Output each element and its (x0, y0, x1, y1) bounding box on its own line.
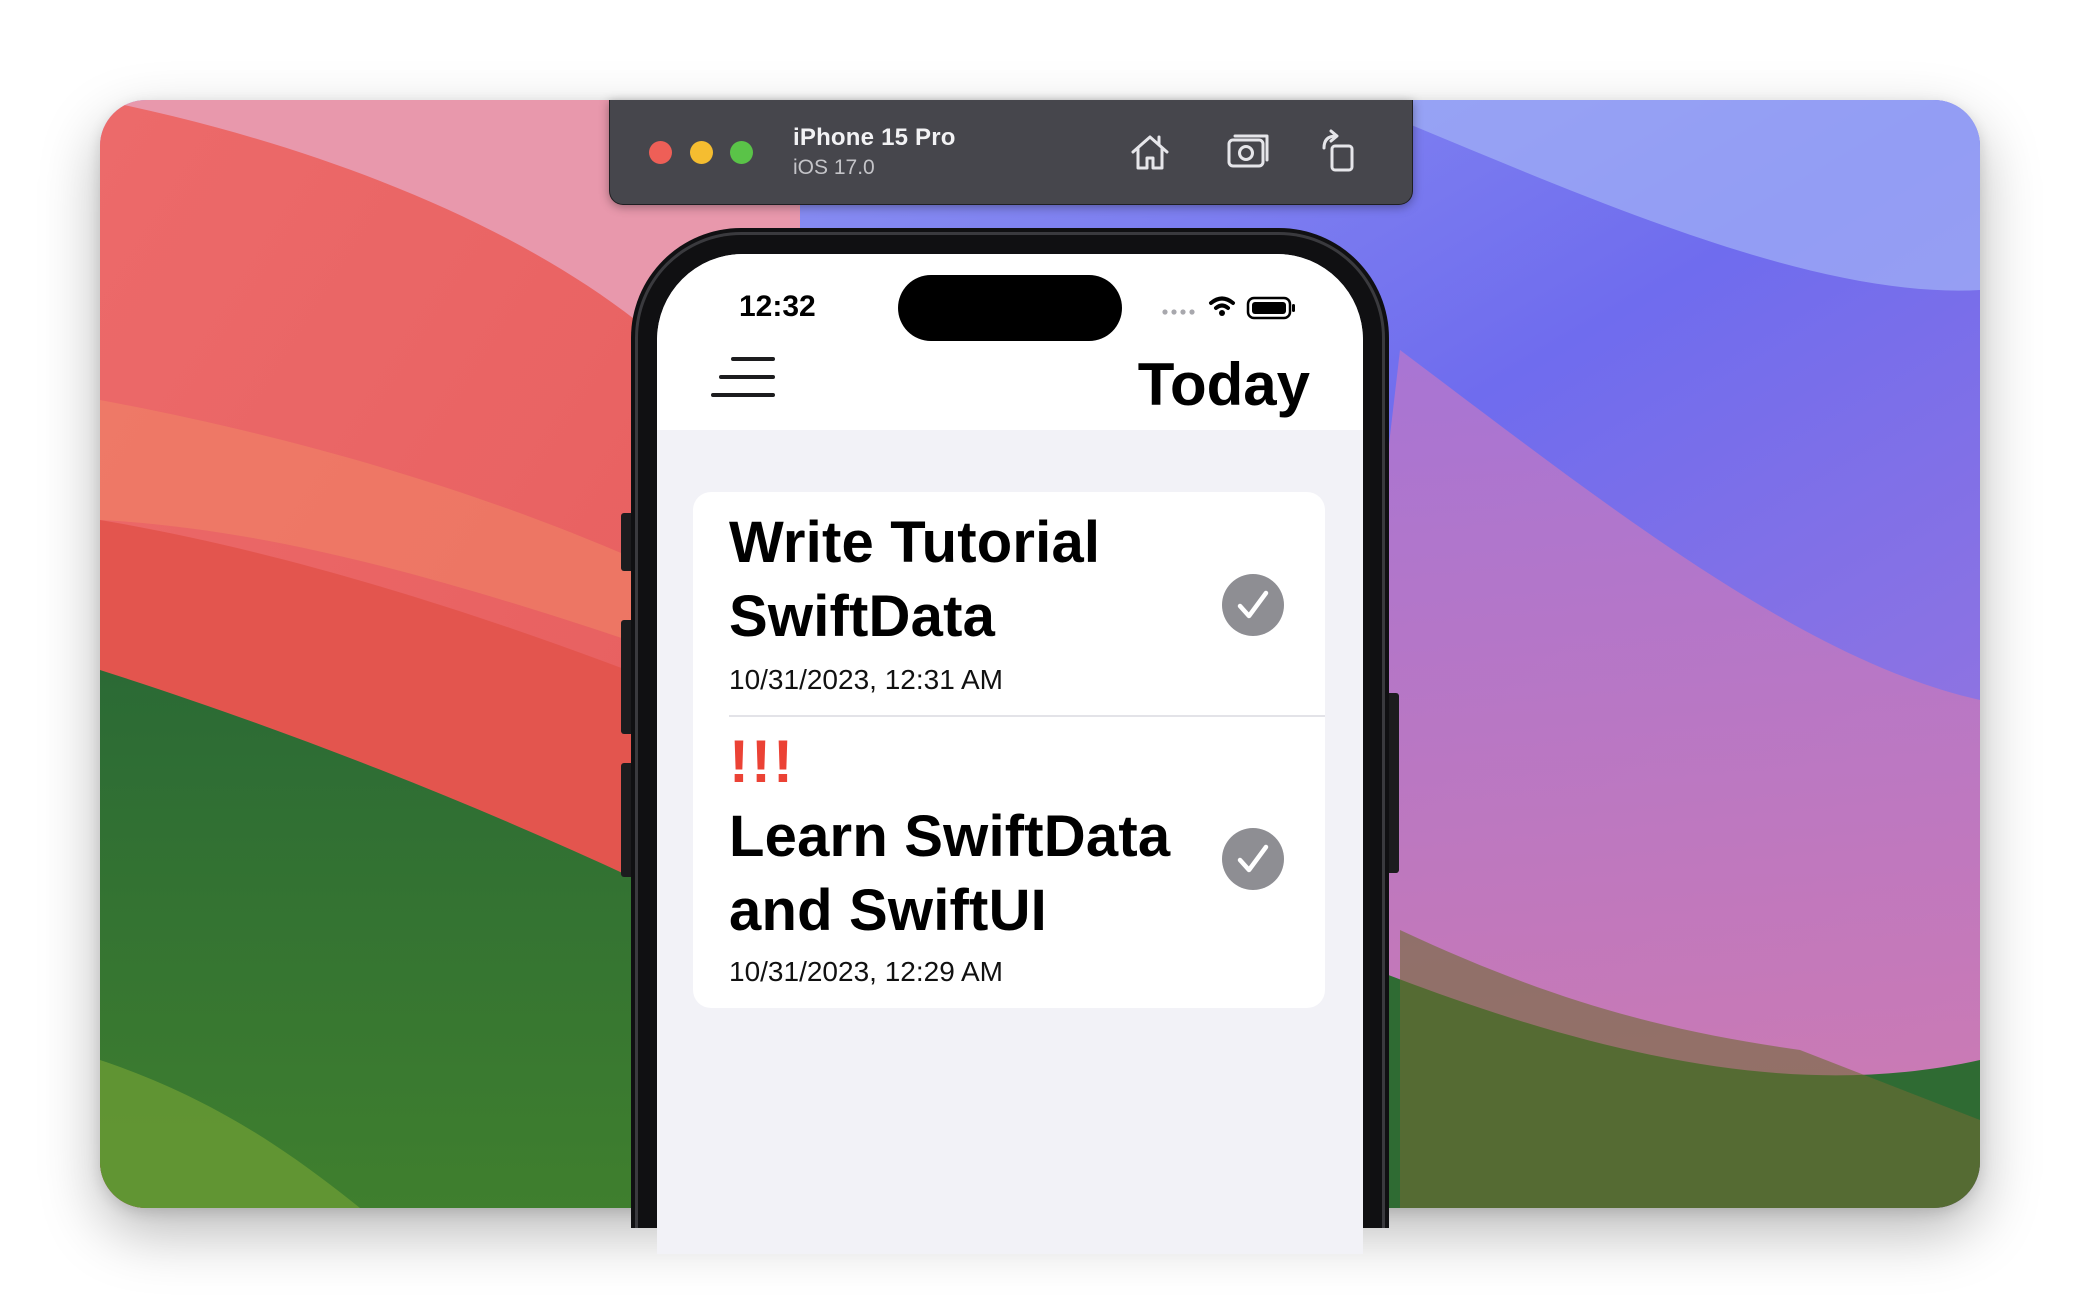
status-icons (1159, 292, 1329, 322)
home-icon[interactable] (1126, 128, 1174, 176)
priority-indicator: !!! (729, 728, 795, 795)
minimize-window-button[interactable] (690, 141, 713, 164)
checkmark-circle-icon[interactable] (1222, 828, 1284, 890)
action-button (621, 513, 631, 571)
dynamic-island (898, 275, 1122, 341)
screenshot-icon[interactable] (1225, 128, 1273, 176)
task-title: Learn SwiftData and SwiftUI (729, 804, 1171, 943)
task-date: 10/31/2023, 12:29 AM (729, 956, 1003, 987)
status-time: 12:32 (739, 290, 816, 323)
task-title: Write Tutorial SwiftData (729, 510, 1101, 649)
device-os-version: iOS 17.0 (793, 156, 875, 179)
simulator-toolbar: iPhone 15 Pro iOS 17.0 (609, 100, 1413, 205)
close-window-button[interactable] (649, 141, 672, 164)
task-date: 10/31/2023, 12:31 AM (729, 664, 1003, 695)
zoom-window-button[interactable] (730, 141, 753, 164)
task-row[interactable]: Write Tutorial SwiftData 10/31/2023, 12:… (693, 492, 1325, 716)
phone-screen: 12:32 Today Write Tutorial SwiftData 10/… (657, 254, 1363, 1254)
battery-icon (1246, 296, 1295, 320)
navigation-bar: 12:32 Today (657, 254, 1363, 430)
rotate-icon[interactable] (1316, 128, 1364, 176)
menu-lines-icon[interactable] (711, 355, 775, 403)
volume-down-button (621, 763, 631, 877)
volume-up-button (621, 620, 631, 734)
device-name: iPhone 15 Pro (793, 124, 956, 151)
side-button (1389, 693, 1399, 873)
task-list: Write Tutorial SwiftData 10/31/2023, 12:… (693, 492, 1325, 1008)
task-row[interactable]: !!! Learn SwiftData and SwiftUI 10/31/20… (693, 716, 1325, 1008)
page-title: Today (1137, 351, 1310, 418)
cellular-dots-icon (1162, 309, 1195, 315)
checkmark-circle-icon[interactable] (1222, 574, 1284, 636)
wifi-icon (1209, 296, 1235, 310)
iphone-device-frame: 12:32 Today Write Tutorial SwiftData 10/… (621, 228, 1399, 1254)
